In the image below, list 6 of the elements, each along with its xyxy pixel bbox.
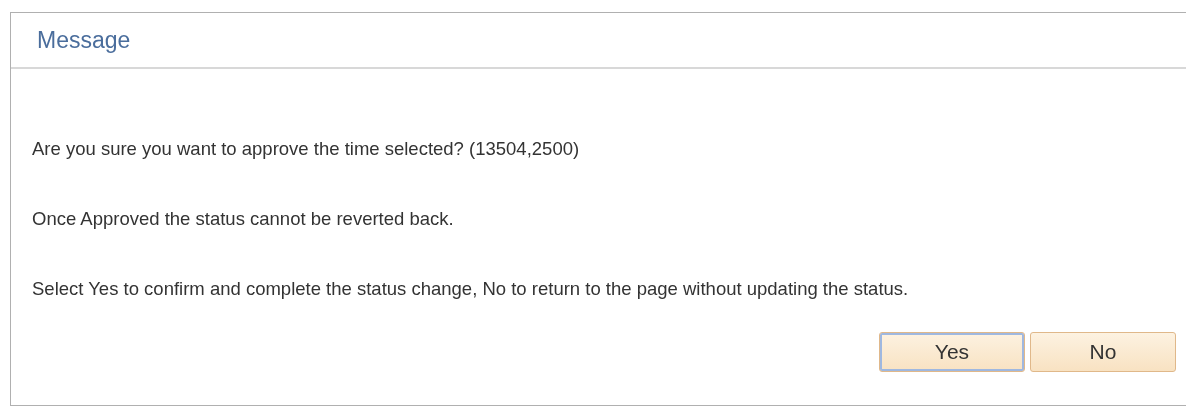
dialog-button[interactable]: No <box>1030 332 1176 372</box>
message-text: Select Yes to confirm and complete the status change, No to return to the page without updating the status. <box>32 278 910 300</box>
message-text: Are you sure you want to approve the time selected? (13504,2500) <box>32 138 581 160</box>
dialog-button[interactable]: Yes <box>879 332 1025 372</box>
message-text: Once Approved the status cannot be reverted back. <box>32 208 455 230</box>
dialog-title: Message <box>37 25 131 55</box>
